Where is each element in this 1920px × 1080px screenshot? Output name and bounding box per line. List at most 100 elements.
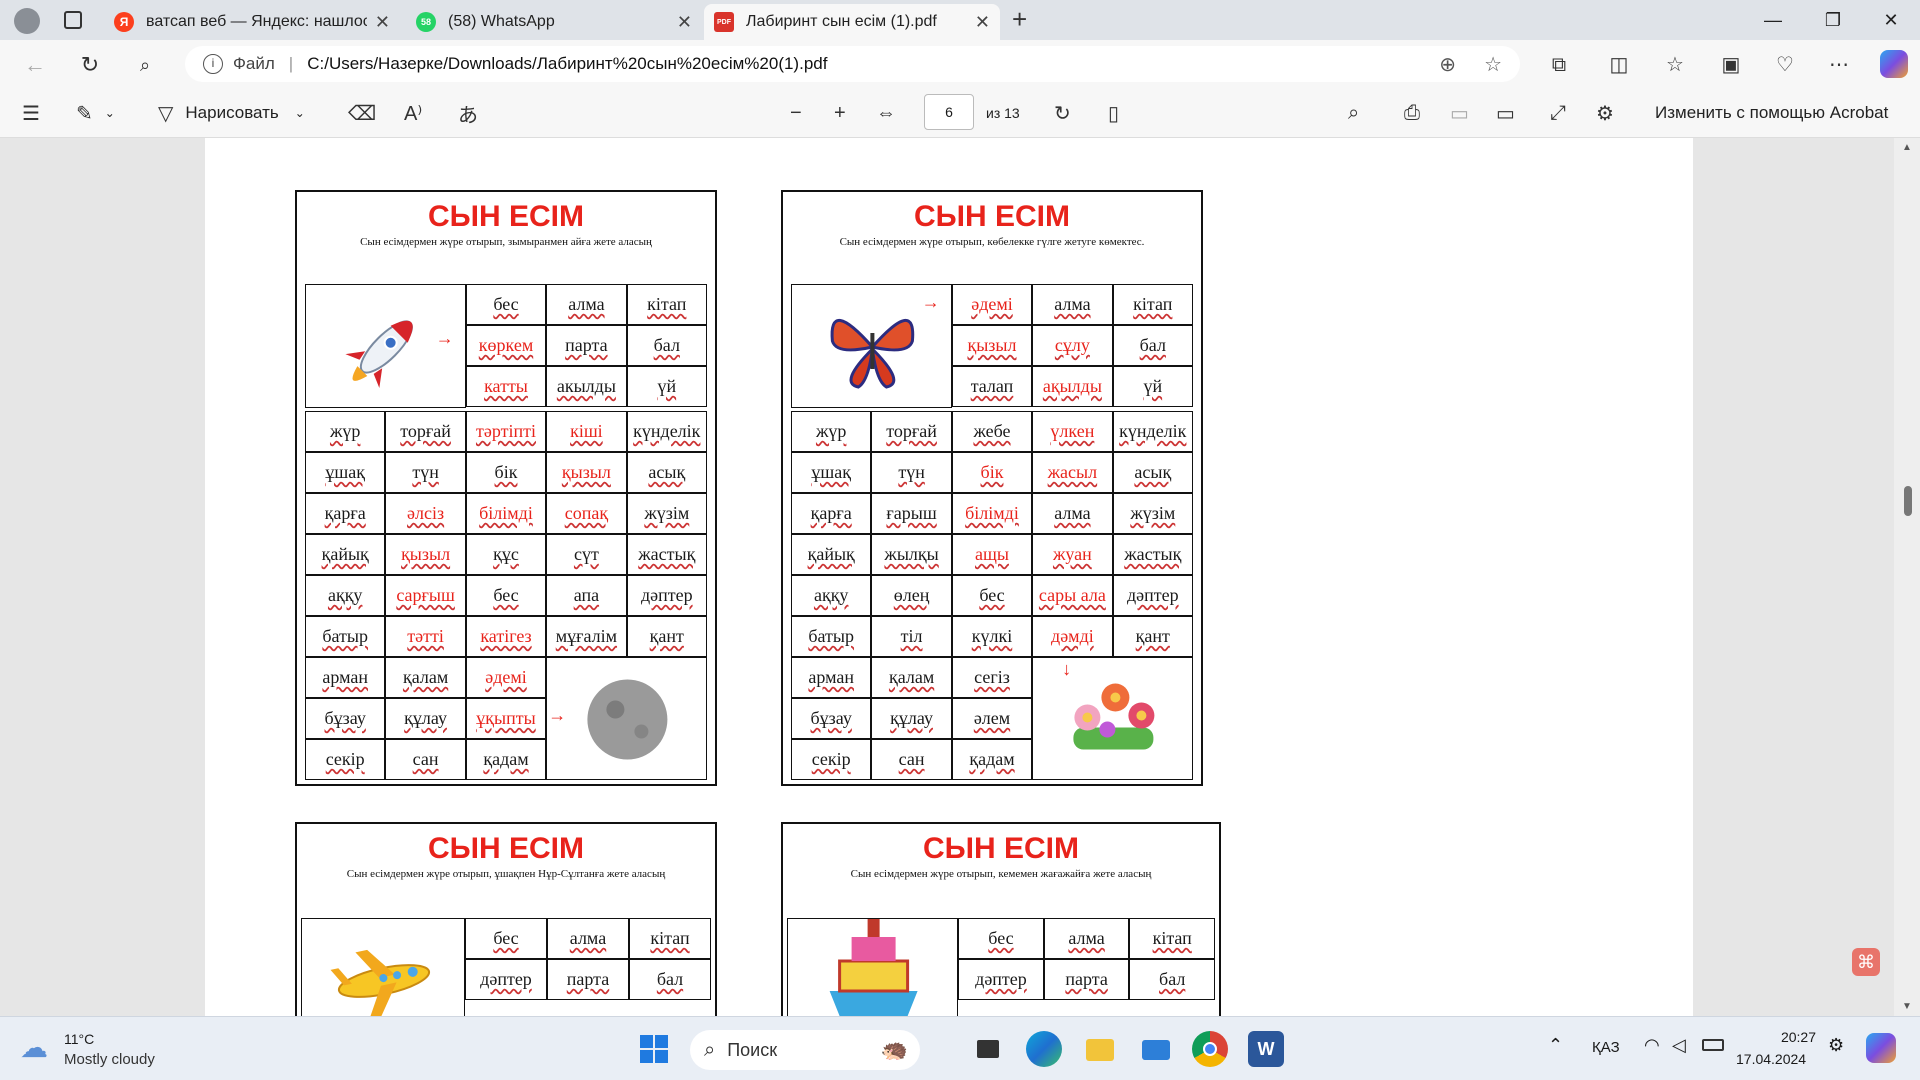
print-button[interactable]: ⎙: [1404, 100, 1420, 126]
translate-button[interactable]: あ: [458, 100, 478, 127]
copilot-taskbar-icon[interactable]: [1866, 1033, 1896, 1063]
word-cell: бес: [465, 575, 547, 616]
word-cell: күлкі: [951, 616, 1033, 657]
refresh-button[interactable]: ↻: [75, 50, 105, 80]
clock-time[interactable]: 20:27: [1764, 1029, 1816, 1045]
save-button[interactable]: ▭: [1450, 100, 1469, 126]
scroll-up-arrow[interactable]: ▲: [1902, 142, 1912, 153]
pdf-viewer[interactable]: СЫН ЕСІМ Сын есімдермен жүре отырып, зымы…: [0, 138, 1920, 1016]
word-cell: бес: [958, 918, 1044, 959]
close-window-button[interactable]: ✕: [1868, 6, 1914, 34]
zoom-icon[interactable]: ⊕: [1439, 52, 1456, 77]
read-aloud-button[interactable]: A⁾: [404, 100, 422, 126]
word-cell: қадам: [951, 739, 1033, 780]
settings-button[interactable]: ⚙: [1596, 100, 1614, 126]
acrobat-button[interactable]: Изменить с помощью Acrobat: [1655, 100, 1888, 126]
word-cell: сұлу: [1032, 325, 1113, 366]
draw-button[interactable]: ▽ Нарисовать ⌄: [158, 100, 305, 126]
battery-icon[interactable]: [1702, 1039, 1724, 1051]
extensions-icon[interactable]: ⧉: [1544, 50, 1574, 80]
tab-actions-icon[interactable]: [64, 11, 82, 29]
fullscreen-button[interactable]: ⤢: [1550, 100, 1566, 126]
eraser-button[interactable]: ⌫: [348, 100, 376, 126]
scroll-thumb[interactable]: [1904, 486, 1912, 516]
task-view-icon[interactable]: [970, 1031, 1006, 1067]
mail-icon[interactable]: [1138, 1031, 1174, 1067]
scroll-down-arrow[interactable]: ▼: [1902, 1001, 1912, 1012]
moon-picture: [546, 657, 707, 780]
moon-icon: [587, 679, 668, 760]
word-cell: аққу: [791, 575, 872, 616]
weather-temp[interactable]: 11°C: [64, 1031, 94, 1047]
volume-icon[interactable]: ◁: [1672, 1035, 1686, 1056]
search-icon[interactable]: ⌕: [130, 50, 160, 80]
new-tab-button[interactable]: +: [1012, 4, 1027, 35]
word-cell: білімді: [465, 493, 547, 534]
close-tab-icon[interactable]: ✕: [677, 12, 692, 33]
weather-text[interactable]: Mostly cloudy: [64, 1051, 155, 1068]
favorites-icon[interactable]: ☆: [1660, 50, 1690, 80]
word-cell: қызыл: [385, 534, 466, 575]
back-button[interactable]: ←: [20, 50, 50, 80]
zoom-out-button[interactable]: −: [790, 100, 802, 126]
profile-icon[interactable]: [14, 8, 40, 34]
word-cell: білімді: [951, 493, 1033, 534]
gear-icon: ⚙: [1596, 102, 1614, 125]
more-menu-icon[interactable]: ⋯: [1824, 50, 1854, 80]
language-indicator[interactable]: ҚАЗ: [1592, 1039, 1620, 1056]
zoom-in-button[interactable]: +: [834, 100, 846, 126]
word-cell: арман: [791, 657, 872, 698]
taskbar-search[interactable]: ⌕ Поиск 🦔: [690, 1030, 920, 1070]
word-cell: торғай: [385, 411, 466, 452]
split-screen-icon[interactable]: ◫: [1604, 50, 1634, 80]
show-hidden-icons[interactable]: ⌃: [1548, 1035, 1563, 1056]
info-icon[interactable]: i: [203, 54, 223, 74]
word-cell: үлкен: [1032, 411, 1113, 452]
save-as-button[interactable]: ▭: [1496, 100, 1515, 126]
wifi-icon[interactable]: ◠: [1644, 1035, 1660, 1056]
word-cell: катігез: [465, 616, 547, 657]
draw-label: Нарисовать: [185, 103, 279, 122]
favorite-star-icon[interactable]: ☆: [1484, 52, 1502, 77]
tab-pdf[interactable]: PDF Лабиринт сын есім (1).pdf ✕: [704, 4, 1000, 40]
clock-date[interactable]: 17.04.2024: [1736, 1051, 1806, 1067]
edge-icon[interactable]: [1026, 1031, 1062, 1067]
search-icon: ⌕: [1348, 101, 1360, 124]
close-tab-icon[interactable]: ✕: [375, 12, 390, 33]
highlight-button[interactable]: ✎ ⌄: [76, 100, 115, 126]
word-cell: бұзау: [791, 698, 872, 739]
fit-page-button[interactable]: ⇔: [876, 100, 896, 126]
highlighter-icon: ✎: [76, 102, 93, 125]
tab-whatsapp[interactable]: 58 (58) WhatsApp ✕: [406, 4, 702, 40]
word-icon[interactable]: W: [1248, 1031, 1284, 1067]
start-button[interactable]: [636, 1031, 672, 1067]
page-number-input[interactable]: 6: [924, 94, 974, 130]
acrobat-float-icon[interactable]: ⌘: [1852, 948, 1880, 976]
file-explorer-icon[interactable]: [1082, 1031, 1118, 1067]
word-cell: дәптер: [958, 959, 1044, 1000]
copilot-icon[interactable]: [1880, 50, 1908, 78]
word-cell: күнделік: [626, 411, 707, 452]
restore-button[interactable]: ❐: [1810, 6, 1856, 34]
worksheet-subtitle: Сын есімдермен жүре отырып, кемемен жаға…: [850, 868, 1152, 880]
scrollbar[interactable]: ▲ ▼: [1894, 138, 1920, 1016]
collections-icon[interactable]: ▣: [1716, 50, 1746, 80]
word-cell: бал: [629, 959, 711, 1000]
word-cell: жылқы: [871, 534, 952, 575]
rotate-button[interactable]: ↻: [1054, 100, 1071, 126]
word-cell: дәптер: [626, 575, 707, 616]
find-button[interactable]: ⌕: [1348, 100, 1359, 126]
url-field[interactable]: i Файл | C:/Users/Назерке/Downloads/Лаби…: [185, 46, 1520, 82]
close-tab-icon[interactable]: ✕: [975, 12, 990, 33]
chrome-icon[interactable]: [1192, 1031, 1228, 1067]
file-label: Файл: [233, 54, 275, 73]
page-view-button[interactable]: ▯: [1108, 100, 1119, 126]
word-cell: жастық: [626, 534, 707, 575]
tab-yandex[interactable]: Я ватсап веб — Яндекс: нашлось ✕: [104, 4, 400, 40]
minimize-button[interactable]: —: [1750, 6, 1796, 34]
notifications-icon[interactable]: ⚙: [1828, 1035, 1844, 1056]
contents-button[interactable]: ☰: [22, 100, 40, 126]
weather-icon[interactable]: ☁: [20, 1031, 48, 1064]
browser-essentials-icon[interactable]: ♡: [1770, 50, 1800, 80]
worksheet-subtitle: Сын есімдермен жүре отырып, зымыранмен а…: [360, 236, 652, 248]
